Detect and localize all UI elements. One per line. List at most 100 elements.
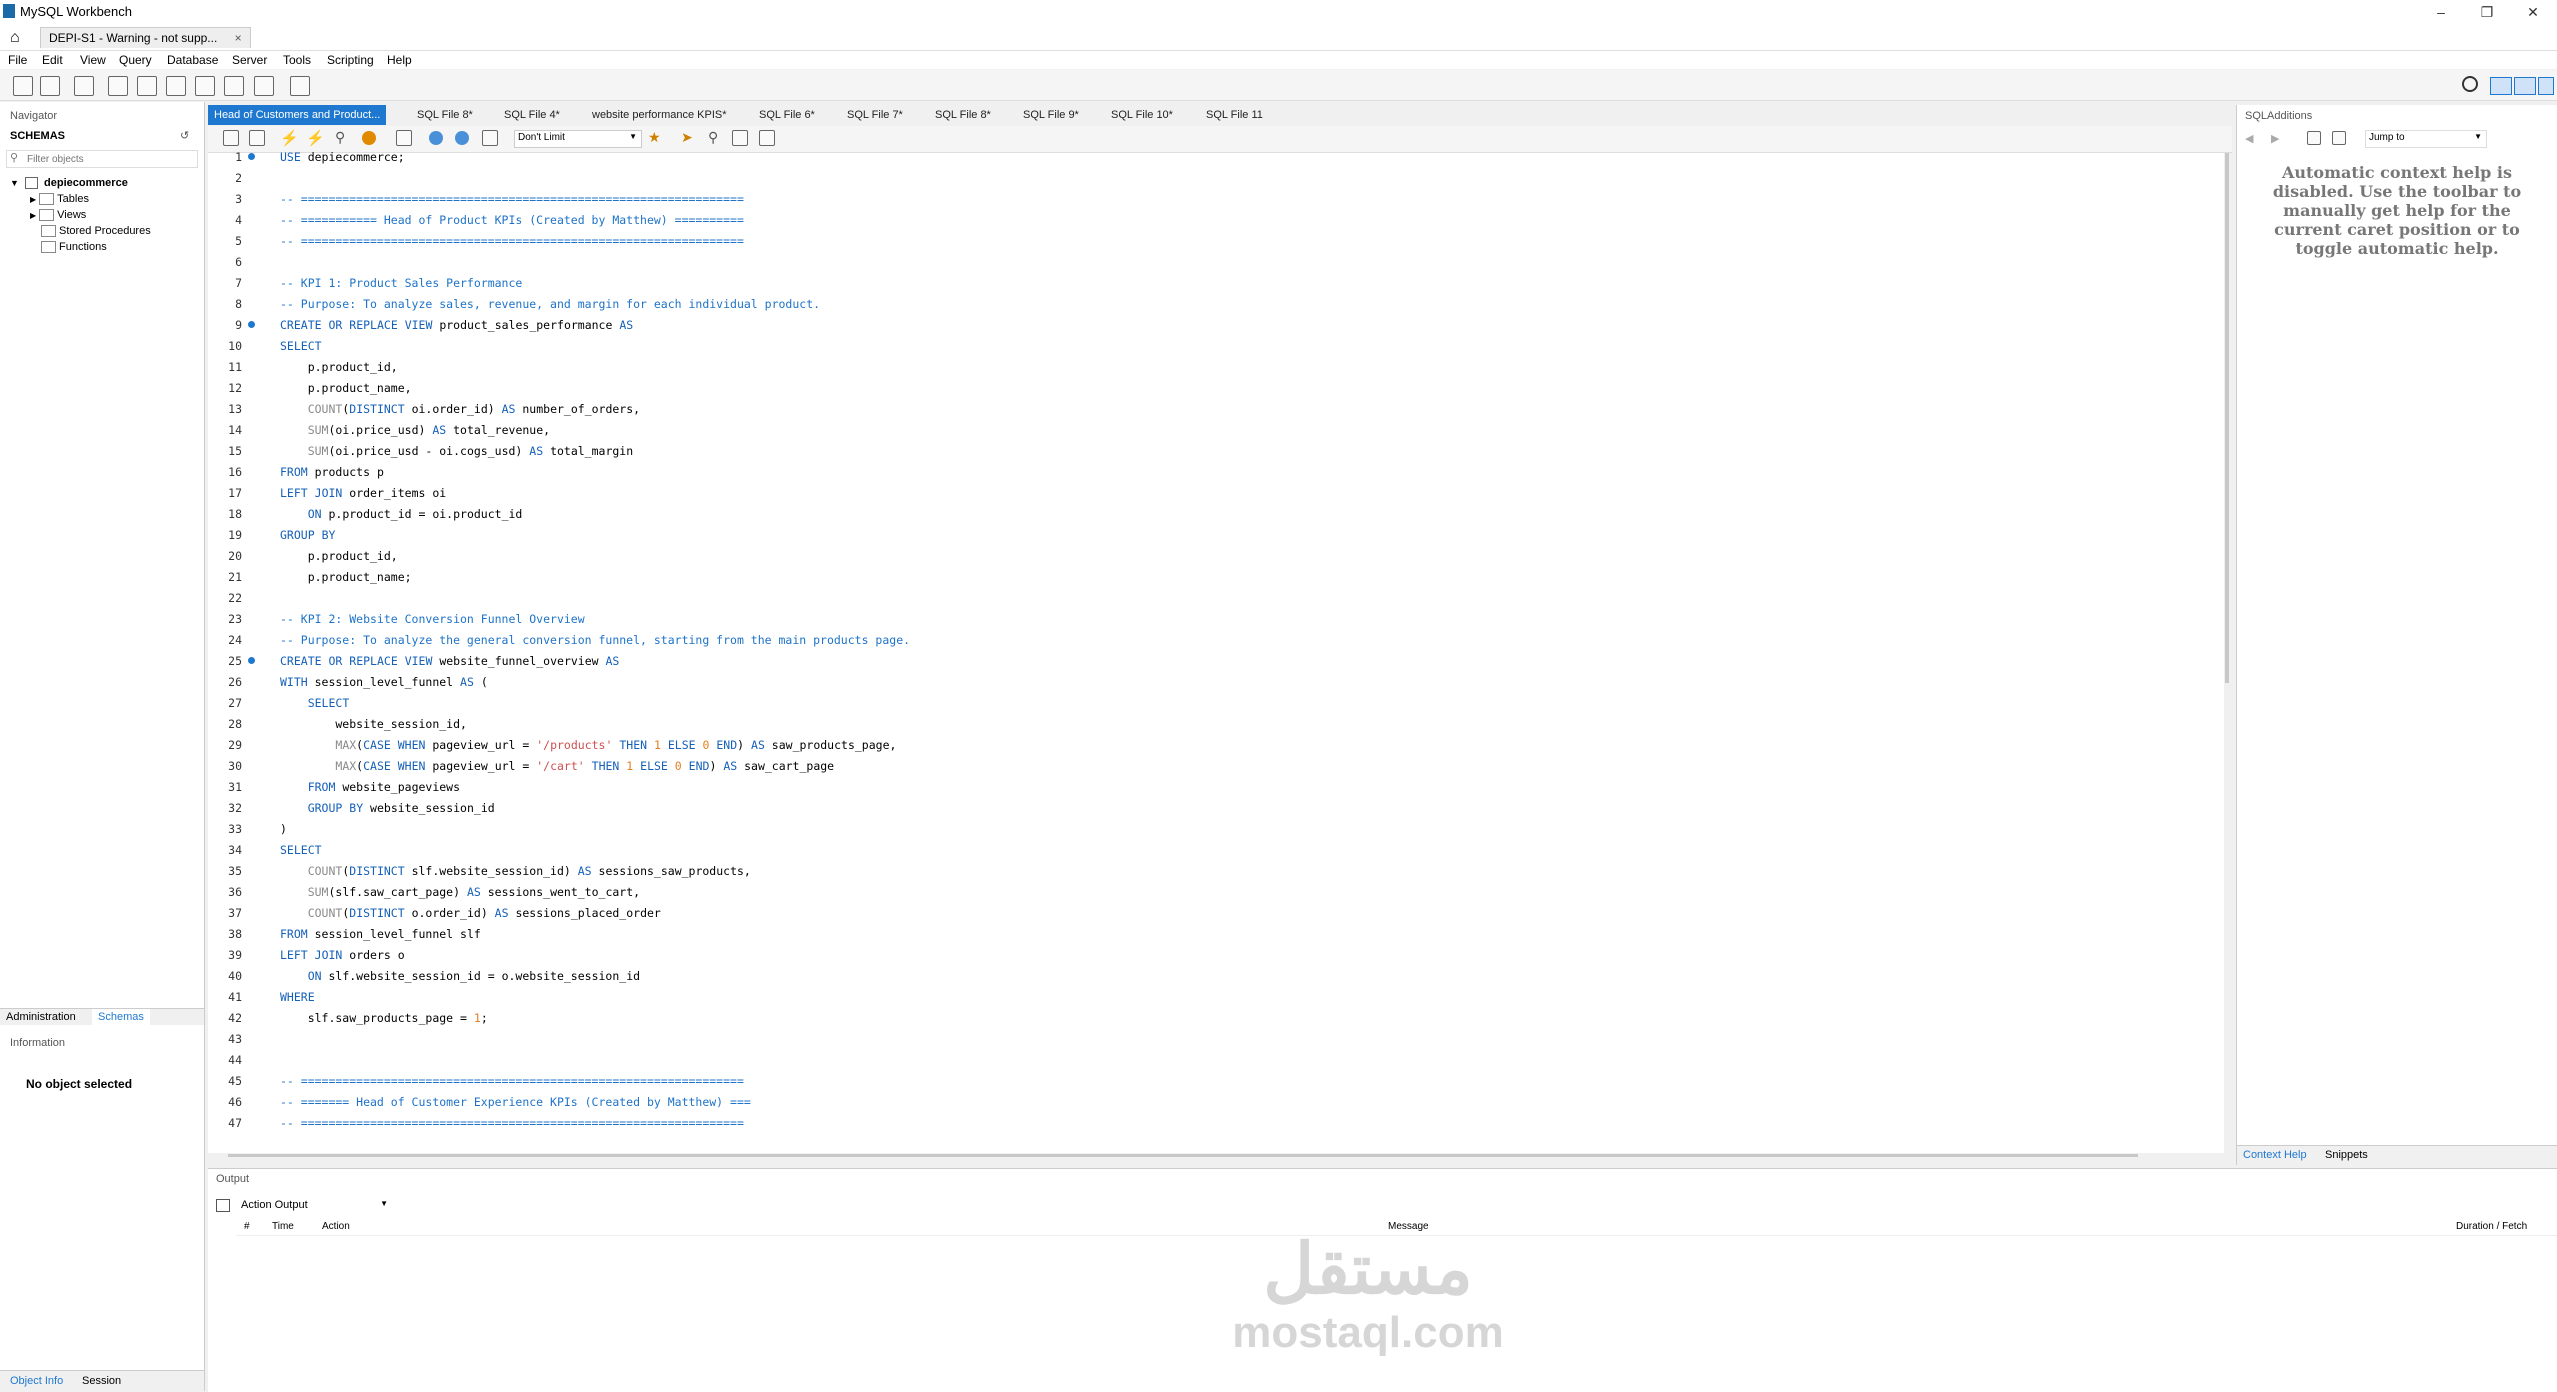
code-line[interactable]: 47 -- ===================================… bbox=[208, 1113, 2208, 1134]
col-number[interactable]: # bbox=[244, 1221, 250, 1232]
code-line[interactable]: 14 SUM(oi.price_usd) AS total_revenue, bbox=[208, 420, 2208, 441]
tree-item-views[interactable]: ▶ Views bbox=[10, 209, 151, 225]
code-line[interactable]: 4 -- =========== Head of Product KPIs (Cr… bbox=[208, 210, 2208, 231]
code-line[interactable]: 32 GROUP BY website_session_id bbox=[208, 798, 2208, 819]
code-line[interactable]: 9 CREATE OR REPLACE VIEW product_sales_pe… bbox=[208, 315, 2208, 336]
code-line[interactable]: 43 bbox=[208, 1029, 2208, 1050]
code-line[interactable]: 41 WHERE bbox=[208, 987, 2208, 1008]
code-line[interactable]: 23 -- KPI 2: Website Conversion Funnel Ov… bbox=[208, 609, 2208, 630]
code-line[interactable]: 31 FROM website_pageviews bbox=[208, 777, 2208, 798]
code-line[interactable]: 21 p.product_name; bbox=[208, 567, 2208, 588]
beautify-icon[interactable]: ★ bbox=[648, 129, 661, 146]
editor-tab-sql-file-11[interactable]: SQL File 11 bbox=[1200, 105, 1269, 125]
open-file-icon[interactable] bbox=[223, 130, 239, 146]
close-tab-icon[interactable]: × bbox=[235, 31, 242, 45]
create-table-icon[interactable] bbox=[137, 76, 157, 96]
editor-tab-sql-file-7[interactable]: SQL File 7* bbox=[841, 105, 909, 125]
tab-object-info[interactable]: Object Info bbox=[10, 1375, 63, 1387]
code-line[interactable]: 26 WITH session_level_funnel AS ( bbox=[208, 672, 2208, 693]
editor-tab-sql-file-4[interactable]: SQL File 4* bbox=[498, 105, 566, 125]
editor-tab-sql-file-9[interactable]: SQL File 9* bbox=[1017, 105, 1085, 125]
code-line[interactable]: 12 p.product_name, bbox=[208, 378, 2208, 399]
code-line[interactable]: 38 FROM session_level_funnel slf bbox=[208, 924, 2208, 945]
col-time[interactable]: Time bbox=[272, 1221, 294, 1232]
code-line[interactable]: 28 website_session_id, bbox=[208, 714, 2208, 735]
code-line[interactable]: 37 COUNT(DISTINCT o.order_id) AS session… bbox=[208, 903, 2208, 924]
code-line[interactable]: 17 LEFT JOIN order_items oi bbox=[208, 483, 2208, 504]
code-line[interactable]: 34 SELECT bbox=[208, 840, 2208, 861]
stop-icon[interactable] bbox=[362, 131, 376, 145]
col-duration[interactable]: Duration / Fetch bbox=[2456, 1221, 2527, 1232]
filter-objects-input[interactable] bbox=[25, 152, 197, 166]
code-line[interactable]: 30 MAX(CASE WHEN pageview_url = '/cart' … bbox=[208, 756, 2208, 777]
filter-objects-field[interactable]: ⚲ bbox=[6, 150, 198, 168]
schema-item-depiecommerce[interactable]: ▼ depiecommerce bbox=[10, 177, 151, 193]
close-button[interactable]: ✕ bbox=[2510, 2, 2556, 22]
tab-administration[interactable]: Administration bbox=[6, 1011, 76, 1023]
menu-tools[interactable]: Tools bbox=[283, 51, 311, 69]
toggle-continue-icon[interactable] bbox=[396, 130, 412, 146]
code-line[interactable]: 33) bbox=[208, 819, 2208, 840]
toggle-sidebar-icon[interactable] bbox=[2490, 77, 2512, 95]
menu-query[interactable]: Query bbox=[119, 51, 152, 69]
tree-item-functions[interactable]: Functions bbox=[10, 241, 151, 257]
create-schema-icon[interactable] bbox=[108, 76, 128, 96]
save-file-icon[interactable] bbox=[249, 130, 265, 146]
toggle-secondary-sidebar-icon[interactable] bbox=[2538, 77, 2554, 95]
open-sql-script-icon[interactable] bbox=[40, 76, 60, 96]
execute-current-icon[interactable]: ⚡ bbox=[306, 129, 325, 147]
code-line[interactable]: 2 bbox=[208, 168, 2208, 189]
home-icon[interactable]: ⌂ bbox=[10, 29, 20, 47]
create-function-icon[interactable] bbox=[224, 76, 244, 96]
code-line[interactable]: 7 -- KPI 1: Product Sales Performance bbox=[208, 273, 2208, 294]
search-icon[interactable]: ⚲ bbox=[708, 129, 718, 146]
code-line[interactable]: 22 bbox=[208, 588, 2208, 609]
rollback-icon[interactable] bbox=[455, 131, 469, 145]
copy-output-icon[interactable] bbox=[216, 1199, 230, 1212]
code-line[interactable]: 8 -- Purpose: To analyze sales, revenue, … bbox=[208, 294, 2208, 315]
menu-file[interactable]: File bbox=[8, 51, 27, 69]
create-procedure-icon[interactable] bbox=[195, 76, 215, 96]
editor-tab-sql-file-8[interactable]: SQL File 8* bbox=[411, 105, 479, 125]
code-line[interactable]: 10 SELECT bbox=[208, 336, 2208, 357]
code-line[interactable]: 44 bbox=[208, 1050, 2208, 1071]
code-line[interactable]: 39 LEFT JOIN orders o bbox=[208, 945, 2208, 966]
minimize-button[interactable]: – bbox=[2418, 2, 2464, 22]
invisible-chars-icon[interactable] bbox=[732, 130, 748, 146]
code-line[interactable]: 19 GROUP BY bbox=[208, 525, 2208, 546]
editor-tab-website-performance[interactable]: website performance KPIS* bbox=[586, 105, 733, 125]
commit-icon[interactable] bbox=[429, 131, 443, 145]
tab-context-help[interactable]: Context Help bbox=[2243, 1149, 2307, 1161]
editor-tab-head-of-customers[interactable]: Head of Customers and Product... bbox=[208, 105, 387, 125]
explain-icon[interactable]: ⚲ bbox=[335, 129, 345, 146]
code-line[interactable]: 6 bbox=[208, 252, 2208, 273]
inspector-icon[interactable] bbox=[74, 76, 94, 96]
menu-database[interactable]: Database bbox=[167, 51, 218, 69]
toggle-output-icon[interactable] bbox=[2514, 77, 2536, 95]
execute-icon[interactable]: ⚡ bbox=[280, 129, 299, 147]
menu-scripting[interactable]: Scripting bbox=[327, 51, 374, 69]
code-line[interactable]: 42 slf.saw_products_page = 1; bbox=[208, 1008, 2208, 1029]
code-line[interactable]: 40 ON slf.website_session_id = o.website… bbox=[208, 966, 2208, 987]
manual-help-icon[interactable] bbox=[2307, 131, 2321, 145]
horizontal-scrollbar[interactable] bbox=[228, 1154, 2138, 1157]
code-line[interactable]: 11 p.product_id, bbox=[208, 357, 2208, 378]
word-wrap-icon[interactable] bbox=[759, 130, 775, 146]
refresh-schemas-icon[interactable]: ↺ bbox=[180, 129, 189, 142]
tab-session[interactable]: Session bbox=[82, 1375, 121, 1387]
jump-to-select[interactable]: Jump to ▼ bbox=[2365, 130, 2487, 148]
code-line[interactable]: 27 SELECT bbox=[208, 693, 2208, 714]
code-line[interactable]: 29 MAX(CASE WHEN pageview_url = '/produc… bbox=[208, 735, 2208, 756]
new-sql-tab-icon[interactable] bbox=[13, 76, 33, 96]
code-line[interactable]: 3 -- ====================================… bbox=[208, 189, 2208, 210]
code-line[interactable]: 5 -- ====================================… bbox=[208, 231, 2208, 252]
code-line[interactable]: 15 SUM(oi.price_usd - oi.cogs_usd) AS to… bbox=[208, 441, 2208, 462]
code-line[interactable]: 45 -- ===================================… bbox=[208, 1071, 2208, 1092]
forward-icon[interactable]: ▶ bbox=[2271, 132, 2279, 145]
back-icon[interactable]: ◀ bbox=[2245, 132, 2253, 145]
editor-tab-sql-file-10[interactable]: SQL File 10* bbox=[1105, 105, 1179, 125]
restore-button[interactable]: ❐ bbox=[2464, 2, 2510, 22]
code-line[interactable]: 16 FROM products p bbox=[208, 462, 2208, 483]
reconnect-icon[interactable] bbox=[290, 76, 310, 96]
tree-item-stored-procedures[interactable]: Stored Procedures bbox=[10, 225, 151, 241]
